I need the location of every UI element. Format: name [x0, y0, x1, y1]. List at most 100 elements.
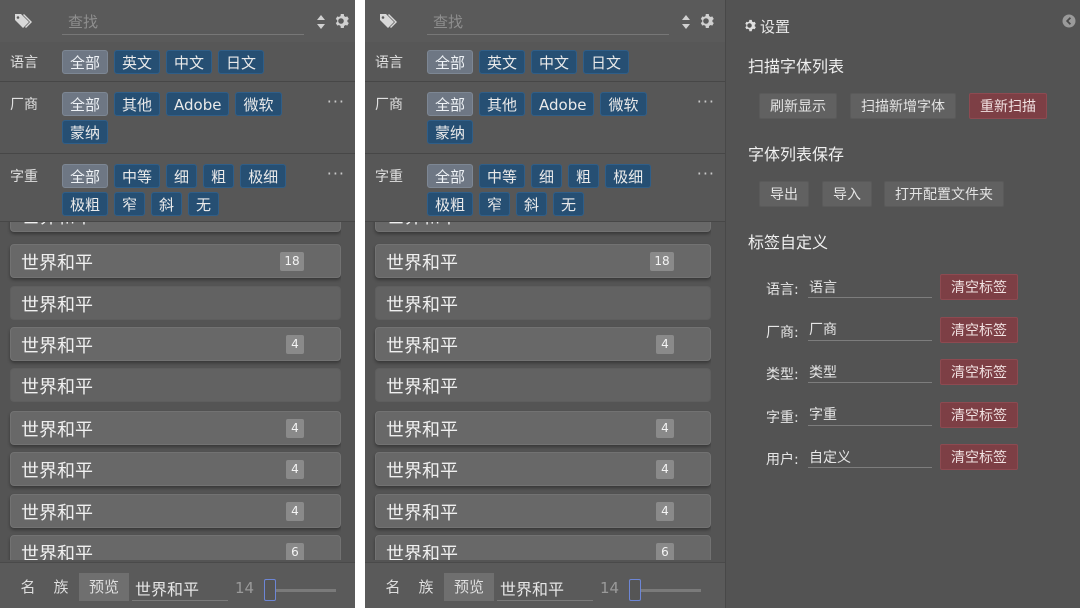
tag-input[interactable] [808, 318, 932, 341]
filter-chip[interactable]: 粗 [203, 164, 235, 188]
filter-chip[interactable]: 中等 [479, 164, 526, 188]
list-item[interactable]: 世界和平 6 [10, 535, 341, 560]
list-item[interactable]: 世界和平 6 [375, 535, 711, 560]
list-item[interactable]: 世界和平 18 [10, 244, 341, 278]
filter-chip[interactable]: 斜 [516, 192, 548, 216]
filter-chip[interactable]: 细 [531, 164, 563, 188]
open-config-folder-button[interactable]: 打开配置文件夹 [884, 181, 1004, 207]
list-item[interactable]: 世界和平 [375, 286, 711, 320]
mode-tab[interactable]: 预览 [444, 573, 494, 601]
filter-chip[interactable]: 英文 [479, 50, 526, 74]
filter-chip[interactable]: 日文 [218, 50, 265, 74]
mode-tab[interactable]: 名 [12, 573, 44, 601]
filter-chip[interactable]: 全部 [62, 164, 109, 188]
filter-chip[interactable]: 全部 [427, 92, 474, 116]
preview-text-input[interactable] [497, 575, 593, 601]
filter-chip[interactable]: 极细 [240, 164, 287, 188]
tag-input[interactable] [808, 403, 932, 426]
clear-tags-button[interactable]: 清空标签 [940, 359, 1018, 385]
mode-tab[interactable]: 预览 [79, 573, 129, 601]
list-item[interactable]: 世界和平 4 [10, 411, 341, 445]
list-item[interactable]: 世界和平 18 [375, 244, 711, 278]
clear-tags-button[interactable]: 清空标签 [940, 274, 1018, 300]
clear-tags-button[interactable]: 清空标签 [940, 401, 1018, 428]
tag-row-label: 类型: [766, 367, 799, 383]
filter-chip[interactable]: 极细 [605, 164, 652, 188]
scan-new-fonts-button[interactable]: 扫描新增字体 [850, 93, 956, 119]
list-item[interactable]: 世界和平 [10, 286, 341, 320]
list-item[interactable]: 世界和平 [375, 222, 711, 232]
import-button[interactable]: 导入 [822, 181, 872, 207]
sort-icon[interactable] [681, 14, 691, 30]
search-input[interactable] [427, 9, 669, 35]
filter-chip[interactable]: 中文 [166, 50, 213, 74]
filter-chip[interactable]: 中文 [531, 50, 578, 74]
clear-tags-button[interactable]: 清空标签 [940, 316, 1018, 343]
sort-icon[interactable] [316, 14, 326, 30]
size-value: 14 [235, 579, 255, 597]
filter-chip[interactable]: 其他 [479, 92, 526, 116]
list-item[interactable]: 世界和平 4 [375, 327, 711, 361]
search-input[interactable] [62, 9, 304, 35]
mode-tab[interactable]: 族 [410, 573, 442, 601]
filter-chip[interactable]: 极粗 [427, 192, 474, 216]
clear-tags-button[interactable]: 清空标签 [940, 444, 1018, 470]
filter-chip[interactable]: 日文 [583, 50, 630, 74]
filter-chip[interactable]: 无 [553, 192, 585, 216]
tag-input[interactable] [808, 446, 932, 468]
font-preview-text: 世界和平 [21, 222, 93, 229]
filter-chip[interactable]: Adobe [531, 92, 595, 116]
more-button[interactable]: ··· [327, 164, 345, 183]
filter-chip[interactable]: 中等 [114, 164, 161, 188]
gear-icon[interactable] [333, 13, 349, 29]
mode-tab[interactable]: 名 [377, 573, 409, 601]
more-button[interactable]: ··· [327, 92, 345, 111]
filter-chip[interactable]: 斜 [151, 192, 183, 216]
list-item[interactable]: 世界和平 4 [10, 452, 341, 486]
tag-icon[interactable] [379, 12, 401, 30]
filter-chip[interactable]: 窄 [114, 192, 146, 216]
tag-row-label: 厂商: [766, 324, 799, 341]
filter-chip[interactable]: 粗 [568, 164, 600, 188]
filter-chip[interactable]: 全部 [427, 50, 474, 74]
more-button[interactable]: ··· [697, 92, 715, 111]
more-button[interactable]: ··· [697, 164, 715, 183]
filter-chip[interactable]: 微软 [600, 92, 647, 116]
collapse-icon[interactable] [1062, 14, 1076, 28]
filter-chip[interactable]: 窄 [479, 192, 511, 216]
count-badge: 18 [280, 252, 304, 271]
list-item[interactable]: 世界和平 [375, 368, 711, 402]
list-item[interactable]: 世界和平 [10, 368, 341, 402]
font-preview-text: 世界和平 [21, 503, 93, 524]
filter-chip[interactable]: 细 [166, 164, 198, 188]
filter-chip[interactable]: 蒙纳 [427, 120, 474, 144]
list-item[interactable]: 世界和平 4 [10, 494, 341, 528]
filter-chip[interactable]: 极粗 [62, 192, 109, 216]
list-item[interactable]: 世界和平 4 [375, 411, 711, 445]
filter-chip[interactable]: 全部 [62, 50, 109, 74]
size-slider-handle[interactable] [264, 579, 276, 601]
filter-chip[interactable]: 其他 [114, 92, 161, 116]
export-button[interactable]: 导出 [759, 181, 809, 207]
size-slider-handle[interactable] [629, 579, 641, 601]
filter-chip[interactable]: 微软 [235, 92, 282, 116]
tag-input[interactable] [808, 276, 932, 298]
list-item[interactable]: 世界和平 4 [375, 494, 711, 528]
preview-text-input[interactable] [132, 575, 228, 601]
filter-chip[interactable]: 全部 [427, 164, 474, 188]
tag-input[interactable] [808, 361, 932, 383]
list-item[interactable]: 世界和平 [10, 222, 341, 232]
font-preview-text: 世界和平 [386, 222, 458, 229]
filter-chip[interactable]: 全部 [62, 92, 109, 116]
mode-tab[interactable]: 族 [45, 573, 77, 601]
filter-chip[interactable]: 英文 [114, 50, 161, 74]
refresh-button[interactable]: 刷新显示 [759, 93, 837, 119]
filter-chip[interactable]: 蒙纳 [62, 120, 109, 144]
list-item[interactable]: 世界和平 4 [10, 327, 341, 361]
tag-icon[interactable] [14, 12, 36, 30]
filter-chip[interactable]: 无 [188, 192, 220, 216]
gear-icon[interactable] [698, 13, 714, 29]
list-item[interactable]: 世界和平 4 [375, 452, 711, 486]
filter-chip[interactable]: Adobe [166, 92, 230, 116]
rescan-button[interactable]: 重新扫描 [969, 93, 1047, 119]
